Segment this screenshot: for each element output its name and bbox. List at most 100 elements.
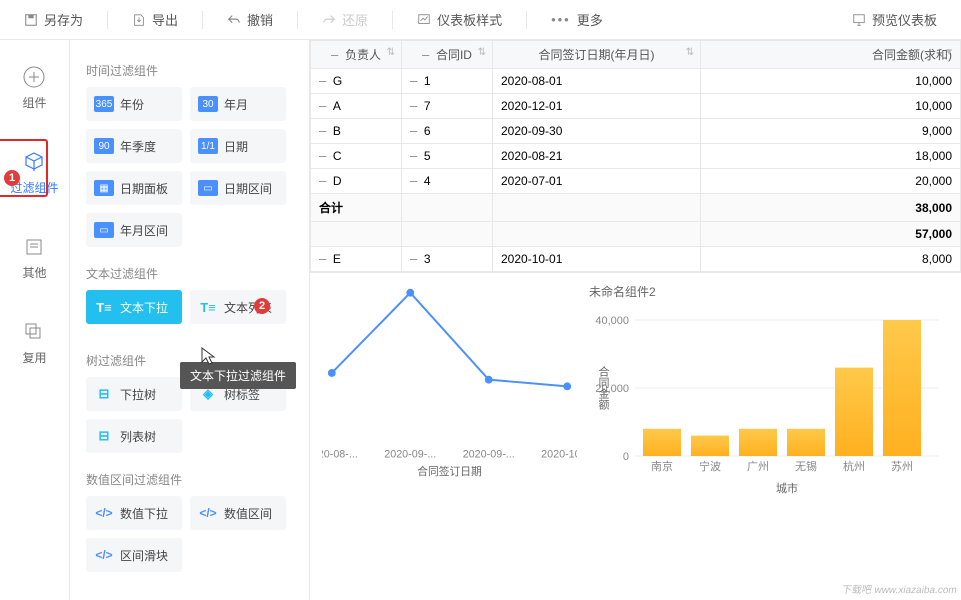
table-row[interactable]: — E — 3 2020-10-018,000: [311, 247, 961, 272]
bar-chart[interactable]: 未命名组件2 020,00040,000南京宁波广州无锡杭州苏州合同金额城市: [589, 281, 949, 588]
badge-2: 2: [254, 298, 270, 314]
time-filter-grid: 365年份30年月90年季度1/1日期▦日期面板▭日期区间▭年月区间: [86, 87, 293, 247]
table-row[interactable]: — B — 6 2020-09-309,000: [311, 119, 961, 144]
filter-chip-区间滑块[interactable]: </>区间滑块: [86, 538, 182, 572]
x-axis-label: 合同签订日期: [417, 465, 482, 478]
export-icon: [132, 13, 146, 27]
sum-row: 57,000: [311, 222, 961, 247]
sidebar-item-other[interactable]: 其他: [12, 230, 56, 287]
sidebar-label: 复用: [22, 349, 46, 366]
sum-row: 合计38,000: [311, 194, 961, 222]
filter-chip-文本下拉[interactable]: T≡文本下拉: [86, 290, 182, 324]
x-tick: 2020-09-...: [384, 449, 436, 461]
col-header[interactable]: 合同签订日期(年月日)⇅: [493, 41, 701, 69]
save-as-button[interactable]: 另存为: [12, 6, 95, 33]
chip-label: 年月区间: [120, 222, 168, 239]
table-row[interactable]: — A — 7 2020-12-0110,000: [311, 94, 961, 119]
chip-label: 年份: [120, 96, 144, 113]
x-tick: 无锡: [795, 459, 817, 473]
x-tick: 2020-08-...: [322, 449, 358, 461]
filter-chip-数值区间[interactable]: </>数值区间: [190, 496, 286, 530]
y-tick: 0: [623, 451, 629, 463]
preview-label: 预览仪表板: [872, 10, 937, 29]
filter-chip-下拉树[interactable]: ⊟下拉树: [86, 377, 182, 411]
sort-icon[interactable]: ⇅: [478, 47, 486, 58]
x-tick: 2020-09-...: [463, 449, 515, 461]
x-tick: 南京: [651, 459, 673, 473]
redo-icon: [322, 13, 336, 27]
filter-panel: 时间过滤组件 365年份30年月90年季度1/1日期▦日期面板▭日期区间▭年月区…: [70, 40, 310, 600]
redo-label: 还原: [342, 10, 368, 29]
filter-chip-年月[interactable]: 30年月: [190, 87, 286, 121]
data-point[interactable]: [563, 382, 571, 390]
filter-chip-日期[interactable]: 1/1 日期: [190, 129, 286, 163]
data-point[interactable]: [406, 289, 414, 297]
sidebar-label: 组件: [22, 94, 46, 111]
badge-1: 1: [4, 170, 20, 186]
data-point[interactable]: [328, 369, 336, 377]
data-table[interactable]: — 负责人⇅— 合同ID⇅合同签订日期(年月日)⇅合同金额(求和)▼ — G —…: [310, 40, 961, 273]
cursor-icon: [200, 346, 218, 368]
dashboard-style-button[interactable]: 仪表板样式: [405, 6, 514, 33]
table-row[interactable]: — C — 5 2020-08-2118,000: [311, 144, 961, 169]
bar[interactable]: [835, 368, 873, 456]
num-filter-grid: </>数值下拉</>数值区间</>区间滑块: [86, 496, 293, 572]
table-row[interactable]: — D — 4 2020-07-0120,000: [311, 169, 961, 194]
section-title-num: 数值区间过滤组件: [86, 471, 293, 488]
bar[interactable]: [787, 429, 825, 456]
preview-button[interactable]: 预览仪表板: [840, 6, 949, 33]
filter-chip-日期面板[interactable]: ▦日期面板: [86, 171, 182, 205]
sidebar-item-components[interactable]: 组件: [12, 60, 56, 117]
x-axis-label: 城市: [776, 481, 798, 495]
main-area: — 负责人⇅— 合同ID⇅合同签订日期(年月日)⇅合同金额(求和)▼ — G —…: [310, 40, 961, 600]
toolbar: 另存为 导出 撤销 还原 仪表板样式 ••• 更多 预览仪表板: [0, 0, 961, 40]
chip-label: 下拉树: [120, 386, 156, 403]
x-tick: 苏州: [891, 460, 913, 473]
chip-label: 列表树: [120, 428, 156, 445]
chip-icon: ▦: [94, 180, 114, 196]
chip-icon: 30: [198, 96, 218, 112]
chip-icon: 365: [94, 96, 114, 112]
note-icon: [23, 236, 45, 258]
filter-chip-文本列表[interactable]: T≡文本列表: [190, 290, 286, 324]
chip-icon: 90: [94, 138, 114, 154]
chip-label: 区间滑块: [120, 547, 168, 564]
chip-label: 日期: [224, 138, 248, 155]
bar[interactable]: [643, 429, 681, 456]
filter-chip-数值下拉[interactable]: </>数值下拉: [86, 496, 182, 530]
undo-icon: [227, 13, 241, 27]
chip-label: 数值区间: [224, 505, 272, 522]
line-chart[interactable]: 2020-08-...2020-09-...2020-09-...2020-10…: [322, 281, 577, 588]
highlight-box-1: [0, 139, 48, 197]
bar[interactable]: [739, 429, 777, 456]
filter-chip-年份[interactable]: 365 年份: [86, 87, 182, 121]
bar[interactable]: [883, 320, 921, 456]
chip-label: 年季度: [120, 138, 156, 155]
undo-label: 撤销: [247, 10, 273, 29]
sidebar-label: 其他: [22, 264, 46, 281]
more-button[interactable]: ••• 更多: [539, 6, 615, 33]
filter-chip-列表树[interactable]: ⊟列表树: [86, 419, 182, 453]
chip-label: 文本下拉: [120, 299, 168, 316]
redo-button: 还原: [310, 6, 380, 33]
filter-chip-年月区间[interactable]: ▭年月区间: [86, 213, 182, 247]
col-header[interactable]: — 负责人⇅: [311, 41, 402, 69]
y-tick: 40,000: [595, 315, 629, 327]
sort-icon[interactable]: ⇅: [686, 47, 694, 58]
sort-icon[interactable]: ⇅: [387, 47, 395, 58]
export-button[interactable]: 导出: [120, 6, 190, 33]
undo-button[interactable]: 撤销: [215, 6, 285, 33]
dashboard-style-icon: [417, 13, 431, 27]
sidebar-item-reuse[interactable]: 复用: [12, 315, 56, 372]
filter-chip-年季度[interactable]: 90 年季度: [86, 129, 182, 163]
sort-icon[interactable]: ▼: [944, 47, 954, 58]
data-point[interactable]: [485, 376, 493, 384]
table-row[interactable]: — G — 1 2020-08-0110,000: [311, 69, 961, 94]
chip-icon: 1/1: [198, 138, 218, 154]
filter-chip-日期区间[interactable]: ▭日期区间: [190, 171, 286, 205]
line-series: [332, 293, 567, 387]
col-header[interactable]: — 合同ID⇅: [402, 41, 493, 69]
bar[interactable]: [691, 436, 729, 456]
col-header[interactable]: 合同金额(求和)▼: [701, 41, 961, 69]
chip-icon: ▭: [198, 180, 218, 196]
